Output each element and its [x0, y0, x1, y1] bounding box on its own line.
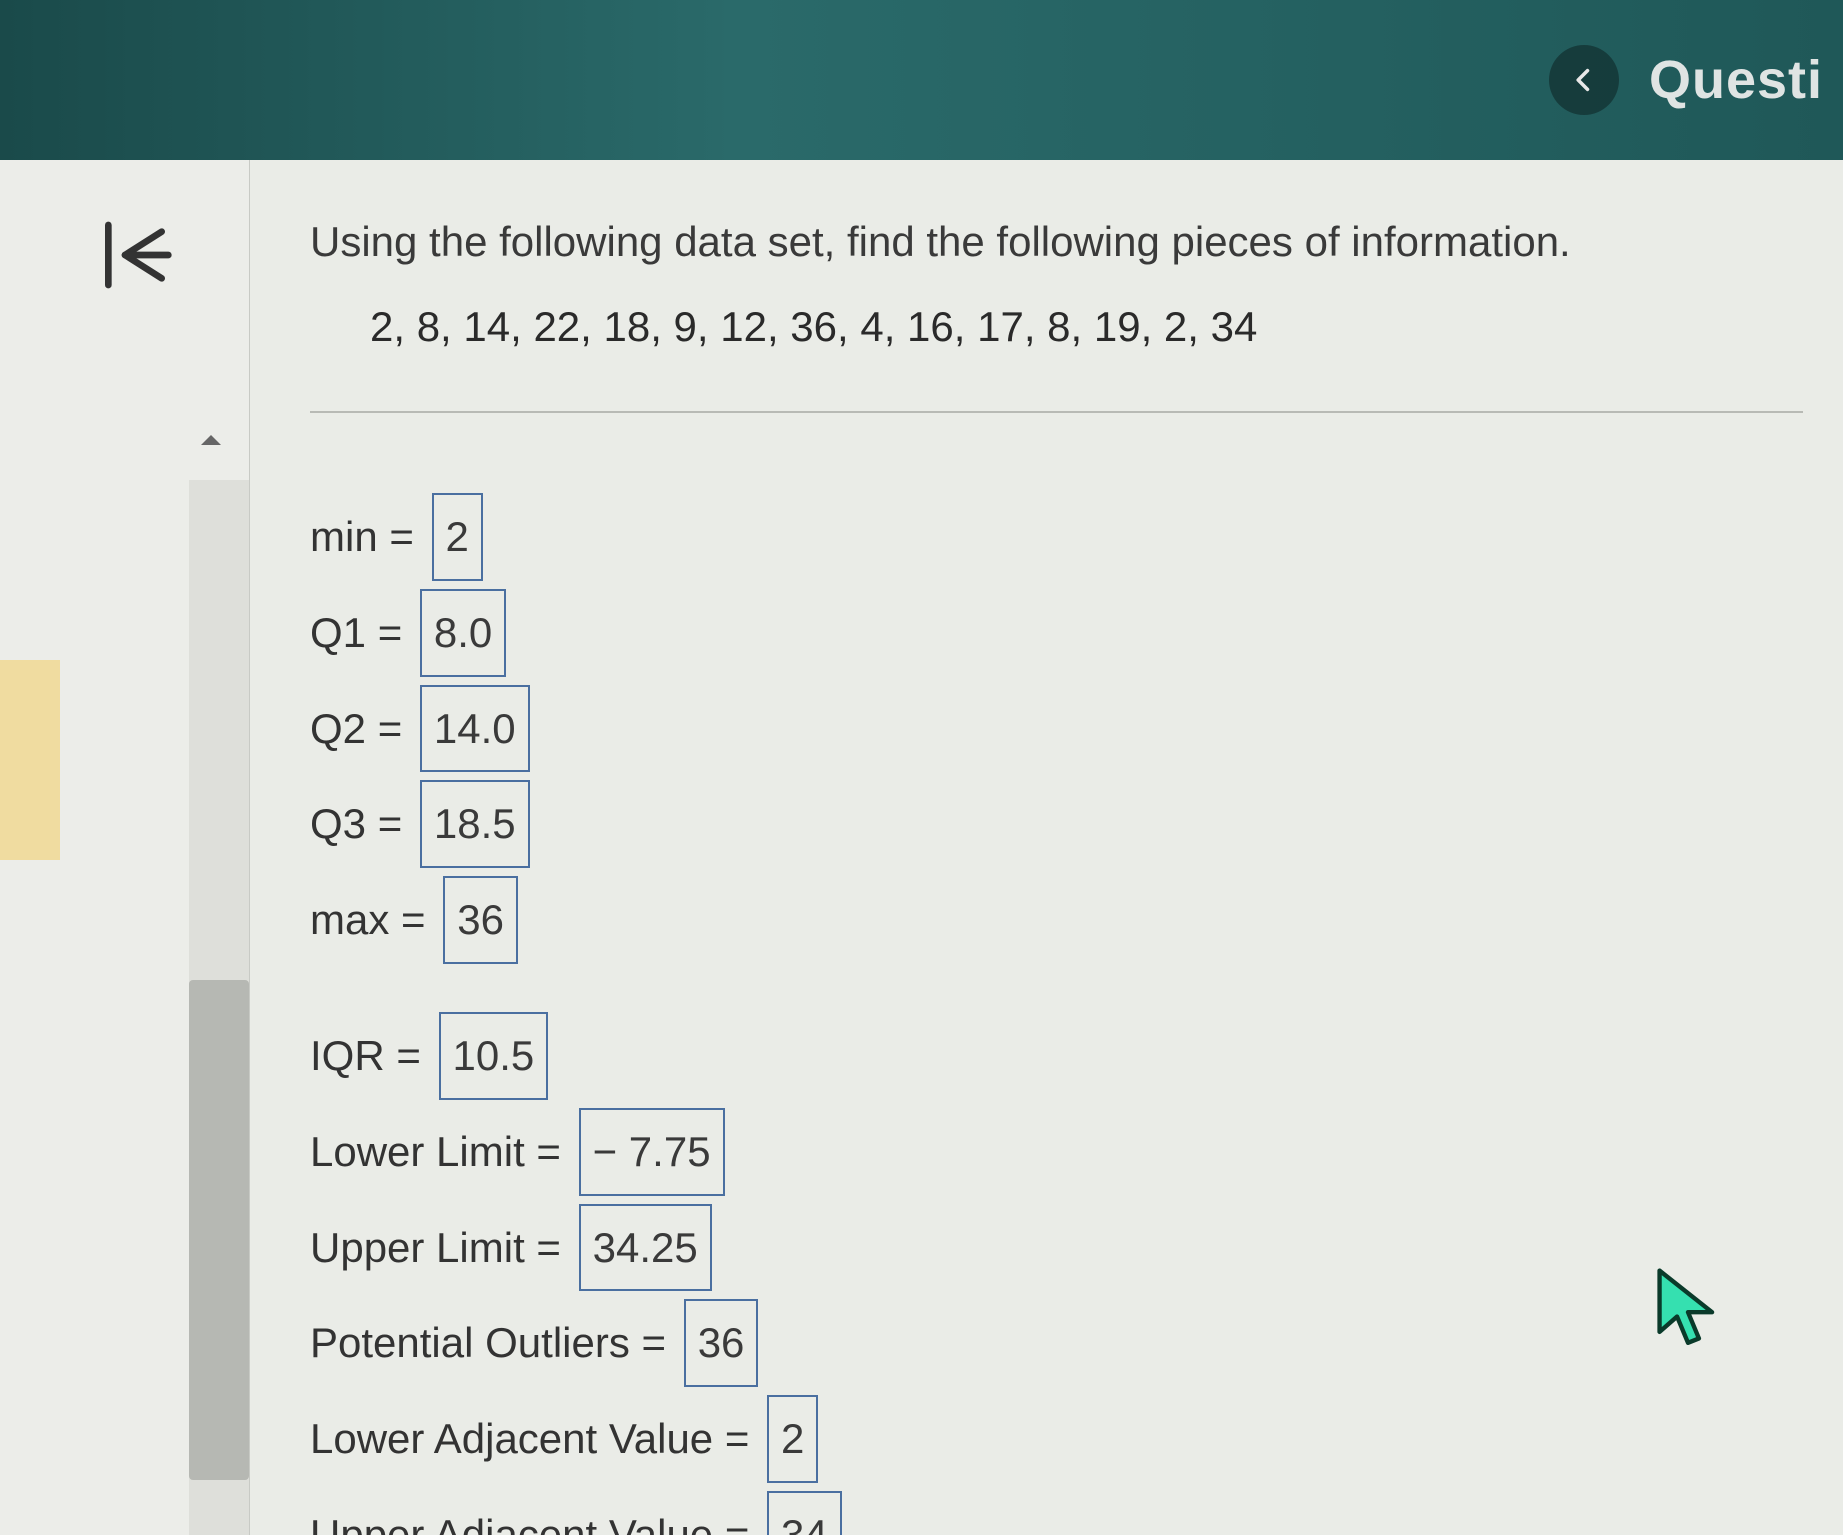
collapse-panel-button[interactable]	[90, 210, 180, 300]
caret-up-icon	[196, 425, 226, 455]
question-dataset: 2, 8, 14, 22, 18, 9, 12, 36, 4, 16, 17, …	[370, 303, 1803, 351]
answer-label: Lower Limit =	[310, 1112, 573, 1192]
answer-row-q3: Q3 = 18.5	[310, 780, 1803, 868]
answer-input-upper-limit[interactable]: 34.25	[579, 1204, 712, 1292]
answer-label: Q3 =	[310, 784, 414, 864]
answer-input-max[interactable]: 36	[443, 876, 518, 964]
answer-label: max =	[310, 880, 437, 960]
answer-input-potential-outliers[interactable]: 36	[684, 1299, 759, 1387]
answers-block: min = 2 Q1 = 8.0 Q2 = 14.0 Q3 = 18.5 max…	[310, 493, 1803, 1535]
answer-row-max: max = 36	[310, 876, 1803, 964]
nav-back-button[interactable]	[1549, 45, 1619, 115]
app-header: Questi	[0, 0, 1843, 160]
answer-input-iqr[interactable]: 10.5	[439, 1012, 549, 1100]
answer-label: IQR =	[310, 1016, 433, 1096]
scrollbar-thumb[interactable]	[189, 980, 249, 1480]
answer-label: min =	[310, 497, 426, 577]
collapse-left-icon	[95, 215, 175, 295]
header-title: Questi	[1649, 49, 1823, 111]
answer-row-upper-adjacent: Upper Adjacent Value = 34	[310, 1491, 1803, 1535]
answer-row-upper-limit: Upper Limit = 34.25	[310, 1204, 1803, 1292]
chevron-left-icon	[1570, 66, 1598, 94]
answer-label: Q2 =	[310, 689, 414, 769]
answer-label: Lower Adjacent Value =	[310, 1399, 761, 1479]
question-content: Using the following data set, find the f…	[250, 160, 1843, 1535]
page-body: Using the following data set, find the f…	[0, 160, 1843, 1535]
answer-row-iqr: IQR = 10.5	[310, 1012, 1803, 1100]
answer-input-q3[interactable]: 18.5	[420, 780, 530, 868]
answer-row-potential-outliers: Potential Outliers = 36	[310, 1299, 1803, 1387]
left-rail	[0, 160, 250, 1535]
question-highlight-marker	[0, 660, 60, 860]
section-divider	[310, 411, 1803, 413]
answer-row-lower-limit: Lower Limit = − 7.75	[310, 1108, 1803, 1196]
answer-input-q2[interactable]: 14.0	[420, 685, 530, 773]
answer-label: Potential Outliers =	[310, 1303, 678, 1383]
scroll-up-button[interactable]	[181, 410, 241, 470]
answer-input-min[interactable]: 2	[432, 493, 483, 581]
question-prompt: Using the following data set, find the f…	[310, 210, 1803, 273]
answer-row-q1: Q1 = 8.0	[310, 589, 1803, 677]
answer-label: Upper Limit =	[310, 1208, 573, 1288]
answer-row-lower-adjacent: Lower Adjacent Value = 2	[310, 1395, 1803, 1483]
answer-input-q1[interactable]: 8.0	[420, 589, 506, 677]
answer-row-q2: Q2 = 14.0	[310, 685, 1803, 773]
answer-input-upper-adjacent[interactable]: 34	[767, 1491, 842, 1535]
answer-input-lower-adjacent[interactable]: 2	[767, 1395, 818, 1483]
answer-label: Q1 =	[310, 593, 414, 673]
answer-label: Upper Adjacent Value =	[310, 1495, 761, 1535]
answer-row-min: min = 2	[310, 493, 1803, 581]
answer-input-lower-limit[interactable]: − 7.75	[579, 1108, 725, 1196]
